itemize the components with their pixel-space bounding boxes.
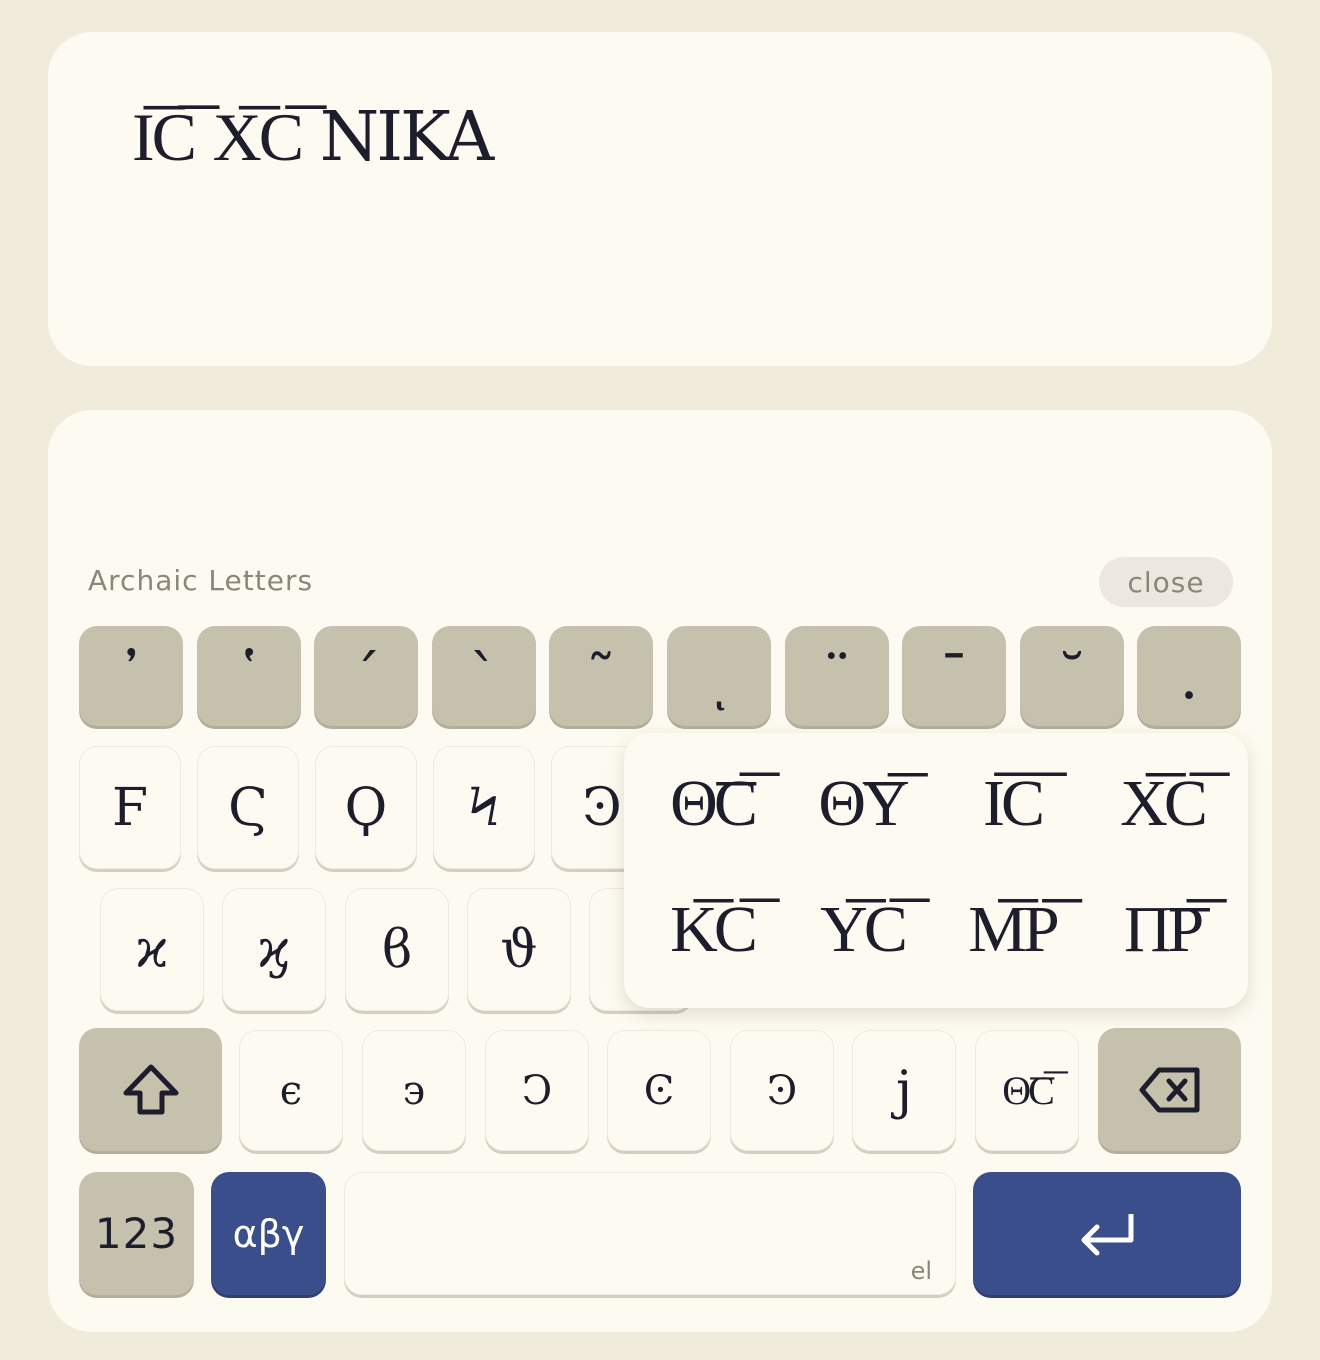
key-kappa-symbol[interactable]: ϰ: [100, 888, 204, 1011]
popup-item-kyrios[interactable]: K͞C͞: [637, 879, 787, 979]
key-oxia[interactable]: ´: [314, 626, 418, 726]
key-koppa-alt[interactable]: Ϟ: [433, 746, 535, 869]
key-stigma[interactable]: Ϛ: [197, 746, 299, 869]
key-digamma[interactable]: Ϝ: [79, 746, 181, 869]
key-theta-symbol[interactable]: ϑ: [467, 888, 571, 1011]
popup-item-meter[interactable]: M͞P͞: [937, 879, 1087, 979]
key-psili[interactable]: ᾿: [79, 626, 183, 726]
popup-item-iesous[interactable]: I͞C͞: [937, 753, 1087, 853]
key-reversed-lunate-epsilon[interactable]: ϶: [362, 1030, 466, 1151]
key-perispomeni[interactable]: ῀: [549, 626, 653, 726]
popup-item-yios[interactable]: Y͞C͞: [787, 879, 937, 979]
key-dotted-lunate-sigma[interactable]: Ͼ: [607, 1030, 711, 1151]
alphabet-key[interactable]: αβγ: [211, 1172, 326, 1295]
backspace-icon: [1139, 1067, 1199, 1112]
archaic-letters-title: Archaic Letters: [88, 564, 314, 597]
key-reversed-dotted-lunate-sigma[interactable]: Ͽ: [730, 1030, 834, 1151]
backspace-key[interactable]: [1098, 1028, 1241, 1151]
text-content: I͞C͞ X͞C͞ NIKA: [132, 98, 494, 177]
key-nomina-sacra[interactable]: Θ͞C͞: [975, 1030, 1079, 1151]
key-varia[interactable]: `: [432, 626, 536, 726]
key-kai-symbol[interactable]: ϗ: [222, 888, 326, 1011]
key-reversed-lunate-sigma[interactable]: Ͻ: [485, 1030, 589, 1151]
enter-key[interactable]: [973, 1172, 1241, 1295]
key-koppa[interactable]: Ϙ: [315, 746, 417, 869]
key-lunate-epsilon[interactable]: ϵ: [239, 1030, 343, 1151]
shift-key[interactable]: [79, 1028, 222, 1151]
key-ypogegrammeni[interactable]: ͺ: [667, 626, 771, 726]
popup-item-christos[interactable]: X͞C͞: [1087, 753, 1237, 853]
close-button[interactable]: close: [1099, 557, 1233, 607]
popup-item-pater[interactable]: Π͞P͞: [1087, 879, 1237, 979]
key-dialytika[interactable]: ¨: [785, 626, 889, 726]
key-breve[interactable]: ˘: [1020, 626, 1124, 726]
key-yot[interactable]: ϳ: [852, 1030, 956, 1151]
key-macron[interactable]: ¯: [902, 626, 1006, 726]
popup-item-theos[interactable]: Θ͞C͞: [637, 753, 787, 853]
enter-icon: [1081, 1213, 1134, 1255]
popup-item-theou[interactable]: Θ͞Y͞: [787, 753, 937, 853]
key-dot[interactable]: .: [1137, 626, 1241, 726]
key-beta-symbol[interactable]: ϐ: [345, 888, 449, 1011]
numbers-key[interactable]: 123: [79, 1172, 194, 1295]
text-input-area[interactable]: I͞C͞ X͞C͞ NIKA: [48, 32, 1272, 366]
nomina-sacra-popup: Θ͞C͞ Θ͞Y͞ I͞C͞ X͞C͞ K͞C͞ Y͞C͞ M͞P͞ Π͞P͞: [624, 733, 1248, 1008]
key-dasia[interactable]: ῾: [197, 626, 301, 726]
space-language-label: el: [910, 1257, 932, 1285]
shift-icon: [123, 1064, 178, 1114]
space-bar[interactable]: el: [344, 1172, 956, 1295]
